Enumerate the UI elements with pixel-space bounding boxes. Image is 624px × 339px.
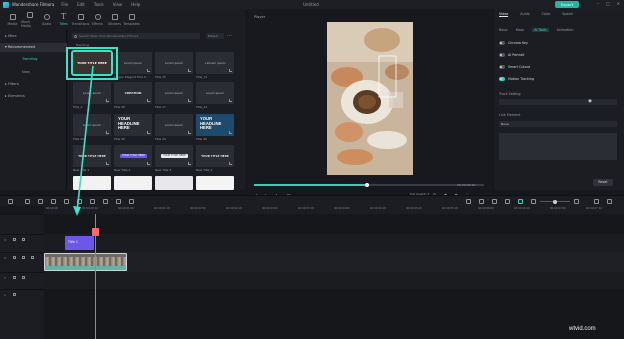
arrow-line bbox=[76, 65, 94, 213]
watermark: wtvid.com bbox=[569, 326, 596, 332]
filmora-window: Wondershare Filmora File Edit Tools View… bbox=[0, 0, 624, 339]
tutorial-arrow bbox=[66, 47, 118, 216]
arrow-head bbox=[73, 206, 81, 216]
